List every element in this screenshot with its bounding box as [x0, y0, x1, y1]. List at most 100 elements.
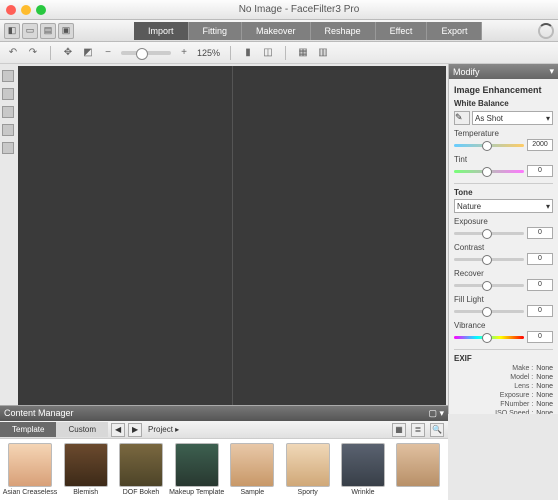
separator — [285, 46, 286, 60]
content-manager-title: Content Manager — [4, 408, 74, 419]
zoom-slider[interactable] — [121, 51, 171, 55]
compare-button[interactable]: ▥ — [316, 46, 330, 60]
thumbnail-label: Blemish — [73, 489, 98, 496]
tone-title: Tone — [454, 188, 553, 197]
image-canvas[interactable] — [18, 66, 446, 412]
vibrance-slider[interactable] — [454, 336, 524, 339]
redo-button[interactable]: ↷ — [26, 46, 40, 60]
main-toolbar: ◧ ▭ ▤ ▣ Import Fitting Makeover Reshape … — [0, 20, 558, 42]
minimize-window-button[interactable] — [21, 5, 31, 15]
white-balance-title: White Balance — [454, 99, 553, 108]
workflow-tabs: Import Fitting Makeover Reshape Effect E… — [134, 22, 482, 40]
recover-value[interactable]: 0 — [527, 279, 553, 291]
folder-button[interactable]: ▣ — [58, 23, 74, 39]
separator — [50, 46, 51, 60]
template-item[interactable]: Makeup Template — [173, 443, 221, 496]
content-manager: Content Manager ▢ ▾ Template Custom ◀ ▶ … — [0, 405, 448, 500]
tint-value[interactable]: 0 — [527, 165, 553, 177]
template-item[interactable]: Sample — [229, 443, 276, 496]
rotate-tool-button[interactable] — [2, 88, 14, 100]
preview-button[interactable]: ▦ — [296, 46, 310, 60]
template-item[interactable]: Asian Creaseless — [6, 443, 54, 496]
exposure-value[interactable]: 0 — [527, 227, 553, 239]
chevron-down-icon: ▾ — [546, 202, 550, 211]
tab-export[interactable]: Export — [427, 22, 482, 40]
temperature-label: Temperature — [454, 129, 553, 138]
view-split-button[interactable]: ◫ — [261, 46, 275, 60]
template-item[interactable]: Blemish — [62, 443, 109, 496]
thumbnail-image — [286, 443, 330, 487]
crop-tool-button[interactable] — [2, 70, 14, 82]
nav-forward-button[interactable]: ▶ — [128, 423, 142, 437]
temperature-slider[interactable] — [454, 144, 524, 147]
cm-tab-template[interactable]: Template — [0, 422, 56, 437]
tone-select[interactable]: Nature▾ — [454, 199, 553, 213]
template-item[interactable]: Sporty — [284, 443, 331, 496]
zoom-window-button[interactable] — [36, 5, 46, 15]
tab-import[interactable]: Import — [134, 22, 189, 40]
thumbnail-label: Asian Creaseless — [3, 489, 57, 496]
resize-tool-button[interactable] — [2, 142, 14, 154]
fit-tool-button[interactable]: ◩ — [81, 46, 95, 60]
thumbnail-label: Sample — [240, 489, 264, 496]
recover-slider[interactable] — [454, 284, 524, 287]
template-item[interactable]: Wrinkle — [339, 443, 386, 496]
thumbnail-image — [8, 443, 52, 487]
divider — [454, 349, 553, 350]
flip-tool-button[interactable] — [2, 106, 14, 118]
template-item[interactable]: DOF Bokeh — [117, 443, 164, 496]
vibrance-label: Vibrance — [454, 321, 553, 330]
contrast-value[interactable]: 0 — [527, 253, 553, 265]
breadcrumb[interactable]: Project ▸ — [148, 425, 179, 434]
white-balance-select[interactable]: As Shot▾ — [472, 111, 553, 125]
fill-light-slider[interactable] — [454, 310, 524, 313]
close-window-button[interactable] — [6, 5, 16, 15]
tab-effect[interactable]: Effect — [376, 22, 428, 40]
template-item[interactable] — [395, 443, 442, 496]
left-tool-column — [0, 64, 16, 414]
exposure-slider[interactable] — [454, 232, 524, 235]
tab-fitting[interactable]: Fitting — [189, 22, 243, 40]
tab-makeover[interactable]: Makeover — [242, 22, 311, 40]
contrast-slider[interactable] — [454, 258, 524, 261]
zoom-out-button[interactable]: − — [101, 46, 115, 60]
window-title: No Image - FaceFilter3 Pro — [46, 4, 552, 15]
thumbnail-image — [341, 443, 385, 487]
thumbnail-label: DOF Bokeh — [123, 489, 160, 496]
undo-button[interactable]: ↶ — [6, 46, 20, 60]
main-area: Modify ▾ Image Enhancement White Balance… — [0, 64, 558, 414]
image-enhancement-title: Image Enhancement — [454, 85, 553, 95]
cm-tab-custom[interactable]: Custom — [56, 422, 108, 437]
eyedropper-button[interactable]: ✎ — [454, 111, 470, 125]
thumbnail-image — [119, 443, 163, 487]
temperature-value[interactable]: 2000 — [527, 139, 553, 151]
save-button[interactable]: ▤ — [40, 23, 56, 39]
thumbnail-label: Wrinkle — [351, 489, 374, 496]
new-file-button[interactable]: ◧ — [4, 23, 20, 39]
exif-title: EXIF — [454, 354, 553, 363]
open-file-button[interactable]: ▭ — [22, 23, 38, 39]
vibrance-value[interactable]: 0 — [527, 331, 553, 343]
thumbnail-image — [396, 443, 440, 487]
recover-label: Recover — [454, 269, 553, 278]
view-list-button[interactable]: ≣ — [411, 423, 425, 437]
tint-slider[interactable] — [454, 170, 524, 173]
straighten-tool-button[interactable] — [2, 124, 14, 136]
modify-panel-header: Modify ▾ — [449, 64, 558, 79]
thumbnail-image — [64, 443, 108, 487]
search-button[interactable]: 🔍 — [430, 423, 444, 437]
thumbnail-label: Makeup Template — [169, 489, 224, 496]
zoom-in-button[interactable]: + — [177, 46, 191, 60]
fill-light-value[interactable]: 0 — [527, 305, 553, 317]
thumbnail-label: Sporty — [298, 489, 318, 496]
nav-back-button[interactable]: ◀ — [111, 423, 125, 437]
pan-tool-button[interactable]: ✥ — [61, 46, 75, 60]
contrast-label: Contrast — [454, 243, 553, 252]
tab-reshape[interactable]: Reshape — [311, 22, 376, 40]
view-grid-button[interactable]: ▦ — [392, 423, 406, 437]
panel-toggle-icon[interactable]: ▢ ▾ — [428, 408, 444, 419]
chevron-down-icon: ▾ — [546, 114, 550, 123]
busy-indicator-icon — [538, 23, 554, 39]
view-single-button[interactable]: ▮ — [241, 46, 255, 60]
panel-collapse-icon[interactable]: ▾ — [549, 66, 554, 77]
